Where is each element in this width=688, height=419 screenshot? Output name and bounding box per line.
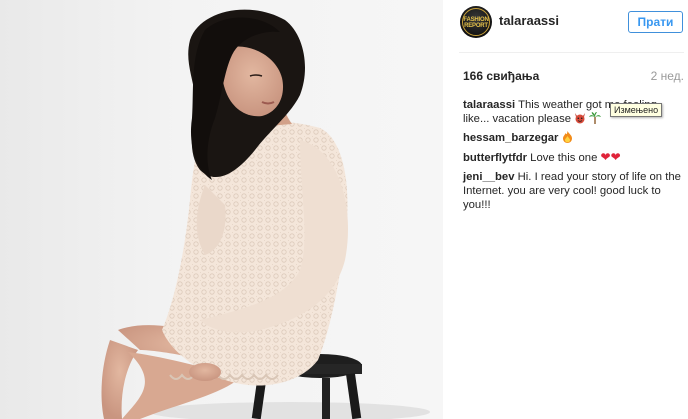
likes-count[interactable]: 166 свиђања xyxy=(463,69,539,83)
comment-author[interactable]: butterflytfdr xyxy=(463,152,527,164)
comment-author[interactable]: jeni__bev xyxy=(463,171,515,183)
comment-author[interactable]: hessam_barzegar xyxy=(463,132,558,144)
header-divider xyxy=(459,52,684,53)
heart-icon: ❤ xyxy=(600,150,611,164)
edited-tooltip: Измењено xyxy=(610,103,663,117)
post-photo[interactable] xyxy=(0,0,443,419)
comment-author[interactable]: talaraassi xyxy=(463,99,515,111)
post-header: FASHION REPORT talaraassi Прати xyxy=(443,0,688,54)
post-author-username[interactable]: talaraassi xyxy=(499,13,559,28)
comment: hessam_barzegar xyxy=(463,131,685,145)
heart-icon: ❤ xyxy=(610,150,621,164)
palm-tree-icon xyxy=(589,112,602,124)
follow-button[interactable]: Прати xyxy=(628,11,683,33)
comment-text: Love this one xyxy=(530,152,598,164)
post-side-panel: FASHION REPORT talaraassi Прати 166 свиђ… xyxy=(443,0,688,419)
comment: butterflytfdr Love this one ❤❤ xyxy=(463,150,685,165)
devil-icon xyxy=(575,113,586,124)
avatar[interactable]: FASHION REPORT xyxy=(460,6,492,38)
photo-illustration xyxy=(101,9,430,419)
comment: jeni__bev Hi. I read your story of life … xyxy=(463,170,685,212)
avatar-logo-text: FASHION REPORT xyxy=(463,17,489,29)
post-time[interactable]: 2 нед. xyxy=(651,69,684,83)
fire-icon xyxy=(562,131,572,143)
